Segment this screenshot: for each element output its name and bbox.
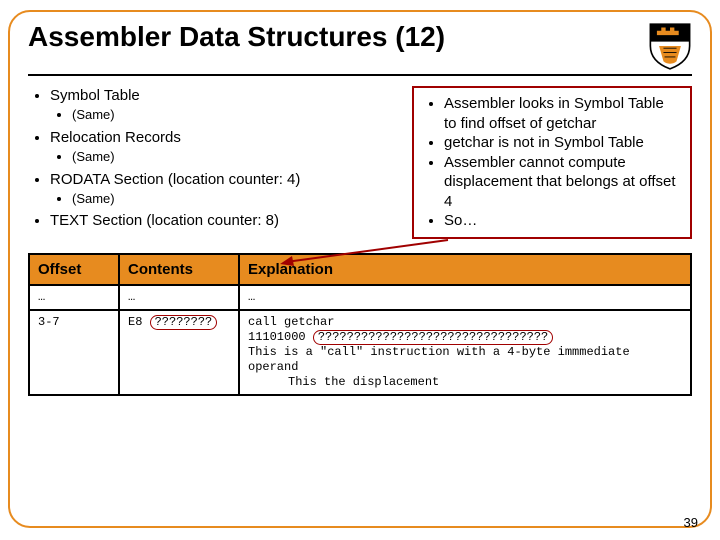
expl-line: call getchar <box>248 315 334 329</box>
title-row: Assembler Data Structures (12) <box>28 22 692 76</box>
page-number: 39 <box>684 515 698 530</box>
bullet-label: Symbol Table <box>50 87 140 104</box>
table-header-row: Offset Contents Explanation <box>29 254 691 285</box>
body: Symbol Table (Same) Relocation Records (… <box>28 86 692 239</box>
th-explanation: Explanation <box>239 254 691 285</box>
table-row: … … … <box>29 285 691 310</box>
question-mark-box: ???????????????????????????????? <box>313 330 553 345</box>
bullet-label: RODATA Section (location counter: 4) <box>50 171 300 188</box>
left-column: Symbol Table (Same) Relocation Records (… <box>28 86 402 239</box>
question-mark-box: ???????? <box>150 315 218 330</box>
callout-line: Assembler cannot compute displacement th… <box>444 153 680 212</box>
princeton-shield-icon <box>648 22 692 70</box>
callout-box: Assembler looks in Symbol Table to find … <box>412 86 692 239</box>
bullet-rodata-section: RODATA Section (location counter: 4) (Sa… <box>50 170 402 208</box>
callout-line: Assembler looks in Symbol Table to find … <box>444 94 680 133</box>
expl-binary: 11101000 <box>248 330 313 344</box>
cell-contents: … <box>119 285 239 310</box>
bullet-label: Relocation Records <box>50 129 181 146</box>
bullet-sub: (Same) <box>72 148 402 166</box>
callout-line: getchar is not in Symbol Table <box>444 133 680 153</box>
cell-offset: … <box>29 285 119 310</box>
callout-line: So… <box>444 211 680 231</box>
slide: Assembler Data Structures (12) Symbol Ta… <box>0 0 720 540</box>
contents-prefix: E8 <box>128 315 150 329</box>
bullet-sub: (Same) <box>72 190 402 208</box>
bullet-symbol-table: Symbol Table (Same) <box>50 86 402 124</box>
slide-frame: Assembler Data Structures (12) Symbol Ta… <box>8 10 712 528</box>
th-offset: Offset <box>29 254 119 285</box>
bullet-relocation-records: Relocation Records (Same) <box>50 128 402 166</box>
table-wrap: Offset Contents Explanation … … … 3-7 E <box>28 253 692 396</box>
expl-line: This the displacement <box>248 375 682 390</box>
bullet-label: TEXT Section (location counter: 8) <box>50 212 279 229</box>
th-contents: Contents <box>119 254 239 285</box>
cell-contents: E8 ???????? <box>119 310 239 395</box>
cell-explanation: call getchar 11101000 ??????????????????… <box>239 310 691 395</box>
text-section-table: Offset Contents Explanation … … … 3-7 E <box>28 253 692 396</box>
expl-line: This is a "call" instruction with a 4-by… <box>248 345 630 374</box>
cell-explanation: … <box>239 285 691 310</box>
bullet-text-section: TEXT Section (location counter: 8) <box>50 211 402 231</box>
table-row: 3-7 E8 ???????? call getchar 11101000 ??… <box>29 310 691 395</box>
bullet-sub: (Same) <box>72 106 402 124</box>
page-title: Assembler Data Structures (12) <box>28 22 445 53</box>
cell-offset: 3-7 <box>29 310 119 395</box>
